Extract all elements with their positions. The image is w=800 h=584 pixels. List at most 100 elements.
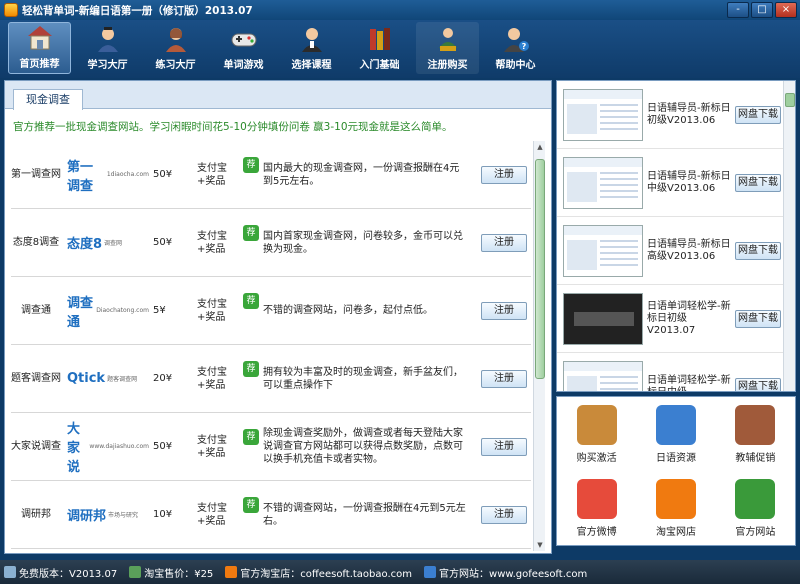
toolbar-basics[interactable]: 入门基础 bbox=[348, 22, 411, 74]
survey-logo[interactable]: 调研邦 市场与研究 bbox=[67, 499, 149, 531]
netdisk-download-button[interactable]: 网盘下载 bbox=[735, 173, 781, 192]
status-item: 淘宝售价：¥25 bbox=[125, 565, 221, 580]
survey-name: 第一调查网 bbox=[11, 169, 61, 180]
netdisk-download-button[interactable]: 网盘下载 bbox=[735, 105, 781, 124]
logo-subtext: 市场与研究 bbox=[108, 512, 139, 519]
main-toolbar: 首页推荐 学习大厅 练习大厅 单词游戏 选择课程 入门基础 注册购买 ? 帮助中… bbox=[0, 20, 800, 78]
toolbar-study[interactable]: 学习大厅 bbox=[76, 22, 139, 74]
survey-logo[interactable]: 调查通 Diaochatong.com bbox=[67, 295, 149, 330]
survey-logo[interactable]: 态度8 调查网 bbox=[67, 227, 149, 259]
status-bar: 免费版本：V2013.07 淘宝售价：¥25 官方淘宝店：coffeesoft.… bbox=[0, 560, 800, 584]
download-item: 日语辅导员-新标日高级V2013.06 网盘下载 bbox=[557, 217, 795, 285]
survey-name: 调研邦 bbox=[21, 509, 51, 520]
logo-mark: 第一调查 1diaocha.com bbox=[67, 156, 149, 194]
recommend-badge-icon: 荐 bbox=[243, 361, 259, 377]
quick-link-5[interactable]: 淘宝网店 bbox=[636, 471, 715, 545]
quick-link-1[interactable]: 购买激活 bbox=[557, 397, 636, 471]
survey-row: 调查通 调查通 Diaochatong.com 5¥ 支付宝+奖品 荐 不错的调… bbox=[11, 277, 531, 345]
scroll-up-arrow[interactable]: ▲ bbox=[534, 141, 546, 153]
survey-logo[interactable]: Qtick 题客调查网 bbox=[67, 363, 149, 395]
netdisk-download-button[interactable]: 网盘下载 bbox=[735, 309, 781, 328]
status-item[interactable]: 官方淘宝店：coffeesoft.taobao.com bbox=[221, 565, 420, 580]
close-button[interactable]: × bbox=[775, 2, 797, 18]
books-icon bbox=[369, 28, 390, 50]
recommend-badge-icon: 荐 bbox=[243, 293, 259, 309]
status-item: 免费版本：V2013.07 bbox=[0, 565, 125, 580]
scroll-thumb[interactable] bbox=[535, 159, 545, 379]
survey-logo[interactable]: 第一调查 1diaocha.com bbox=[67, 156, 149, 194]
survey-row: 题客调查网 Qtick 题客调查网 20¥ 支付宝+奖品 荐 拥有较为丰富及时的… bbox=[11, 345, 531, 413]
toolbar-courses[interactable]: 选择课程 bbox=[280, 22, 343, 74]
title-bar: 轻松背单词-新编日语第一册（修订版）2013.07 - □ × bbox=[0, 0, 800, 20]
download-item: 日语单词轻松学-新标日中级 网盘下载 bbox=[557, 353, 795, 391]
toolbar-help[interactable]: ? 帮助中心 bbox=[484, 22, 547, 74]
scroll-down-arrow[interactable]: ▼ bbox=[534, 539, 546, 551]
survey-payment: 支付宝+奖品 bbox=[197, 502, 227, 527]
tab-cash-survey[interactable]: 现金调查 bbox=[13, 89, 83, 110]
download-item: 日语辅导员-新标日初级V2013.06 网盘下载 bbox=[557, 81, 795, 149]
logo-text: Qtick bbox=[67, 371, 106, 386]
logo-text: 调研邦 bbox=[67, 509, 107, 524]
survey-amount: 50¥ bbox=[153, 169, 173, 180]
teacher-icon bbox=[165, 28, 186, 52]
minimize-button[interactable]: - bbox=[727, 2, 749, 18]
house-icon bbox=[27, 26, 52, 50]
tab-strip: 现金调查 bbox=[5, 81, 551, 110]
weibo-icon bbox=[576, 478, 617, 519]
netdisk-download-button[interactable]: 网盘下载 bbox=[735, 241, 781, 260]
recommend-badge-icon: 荐 bbox=[243, 225, 259, 241]
survey-logo[interactable]: 大家说 www.dajiashuo.com bbox=[67, 422, 149, 475]
maximize-button[interactable]: □ bbox=[751, 2, 773, 18]
toolbar-home[interactable]: 首页推荐 bbox=[8, 22, 71, 74]
software-thumbnail bbox=[563, 292, 643, 345]
survey-row: 态度8调查 态度8 调查网 50¥ 支付宝+奖品 荐 国内首家现金调查网，问卷较… bbox=[11, 209, 531, 277]
toolbar-register-label: 注册购买 bbox=[427, 60, 468, 71]
register-button[interactable]: 注册 bbox=[481, 369, 527, 388]
quick-link-2[interactable]: 日语资源 bbox=[636, 397, 715, 471]
status-item[interactable]: 官方网站：www.gofeesoft.com bbox=[420, 565, 595, 580]
survey-payment: 支付宝+奖品 bbox=[197, 366, 227, 391]
toolbar-games[interactable]: 单词游戏 bbox=[212, 22, 275, 74]
software-thumbnail bbox=[563, 88, 643, 141]
download-description: 日语辅导员-新标日初级V2013.06 bbox=[647, 102, 731, 126]
register-button[interactable]: 注册 bbox=[481, 233, 527, 252]
netdisk-download-button[interactable]: 网盘下载 bbox=[735, 377, 781, 391]
survey-payment: 支付宝+奖品 bbox=[197, 162, 227, 187]
recommend-badge-icon: 荐 bbox=[243, 429, 259, 445]
survey-description: 不错的调查网站，一份调查报酬在4元到5元左右。 bbox=[263, 502, 466, 527]
register-button[interactable]: 注册 bbox=[481, 301, 527, 320]
toolbar-register[interactable]: 注册购买 bbox=[416, 22, 479, 74]
survey-amount: 5¥ bbox=[153, 305, 166, 316]
software-thumbnail bbox=[563, 224, 643, 277]
recommend-badge-icon: 荐 bbox=[243, 497, 259, 513]
survey-payment: 支付宝+奖品 bbox=[197, 434, 227, 459]
logo-mark: 大家说 www.dajiashuo.com bbox=[67, 418, 149, 475]
download-list: 日语辅导员-新标日初级V2013.06 网盘下载 日语辅导员-新标日中级V201… bbox=[557, 81, 795, 391]
logo-subtext: 1diaocha.com bbox=[106, 171, 149, 178]
quick-link-3[interactable]: 教辅促销 bbox=[716, 397, 795, 471]
register-icon bbox=[438, 28, 457, 51]
toolbar-practice[interactable]: 练习大厅 bbox=[144, 22, 207, 74]
register-button[interactable]: 注册 bbox=[481, 437, 527, 456]
quick-link-6[interactable]: 官方网站 bbox=[716, 471, 795, 545]
help-icon: ? bbox=[503, 28, 529, 52]
download-scrollbar[interactable] bbox=[783, 81, 795, 391]
recommend-badge-icon: 荐 bbox=[243, 157, 259, 173]
toolbar-courses-label: 选择课程 bbox=[291, 60, 332, 71]
app-icon bbox=[4, 3, 18, 17]
survey-row: 第一调查网 第一调查 1diaocha.com 50¥ 支付宝+奖品 荐 国内最… bbox=[11, 141, 531, 209]
register-button[interactable]: 注册 bbox=[481, 505, 527, 524]
logo-subtext: Diaochatong.com bbox=[96, 307, 149, 314]
logo-text: 态度8 bbox=[67, 237, 103, 252]
logo-text: 大家说 bbox=[67, 422, 81, 475]
taobao-icon bbox=[225, 566, 238, 578]
survey-amount: 10¥ bbox=[153, 509, 173, 520]
status-text: 免费版本：V2013.07 bbox=[19, 568, 118, 580]
intro-text: 官方推荐一批现金调查网站。学习闲暇时间花5-10分钟填份问卷 赢3-10元现金就… bbox=[13, 121, 453, 133]
quick-link-4[interactable]: 官方微博 bbox=[557, 471, 636, 545]
toolbar-basics-label: 入门基础 bbox=[359, 60, 400, 71]
download-scroll-thumb[interactable] bbox=[785, 93, 795, 107]
status-text: 官方淘宝店：coffeesoft.taobao.com bbox=[240, 568, 413, 580]
register-button[interactable]: 注册 bbox=[481, 165, 527, 184]
survey-scrollbar[interactable]: ▲ ▼ bbox=[533, 141, 545, 551]
